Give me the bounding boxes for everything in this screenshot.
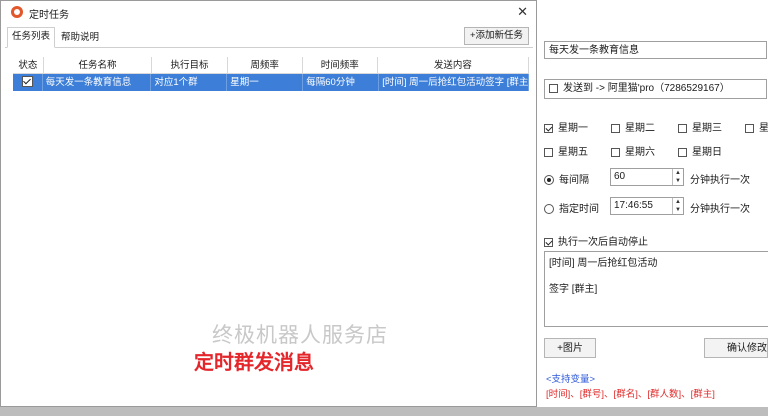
auto-stop-label: 执行一次后自动停止 xyxy=(558,237,648,248)
scheduled-task-dialog: 定时任务 ✕ 任务列表 帮助说明 +添加新任务 状态 任务名称 执行目标 周频率… xyxy=(0,0,537,407)
weekday-label: 星期六 xyxy=(625,147,655,158)
supported-vars-link[interactable]: <支持变量> xyxy=(546,371,595,385)
taskbar-strip xyxy=(0,407,768,416)
interval-value: 60 xyxy=(614,171,626,182)
weekday-sunday[interactable]: 星期日 xyxy=(678,143,722,158)
table-header: 状态 任务名称 执行目标 周频率 时间频率 发送内容 xyxy=(13,57,529,74)
weekday-friday[interactable]: 星期五 xyxy=(544,143,588,158)
spin-up-icon[interactable]: ▲ xyxy=(673,198,683,206)
send-to-label: 发送到 -> 阿里猫'pro（7286529167） xyxy=(563,83,730,94)
content-line: 签字 [群主] xyxy=(549,284,598,295)
weekday-label: 星期五 xyxy=(558,147,588,158)
checkbox-icon xyxy=(745,123,754,133)
row-week: 星期一 xyxy=(227,74,304,91)
supported-vars-list: [时间]、[群号]、[群名]、[群人数]、[群主] xyxy=(546,389,715,400)
title-bar: 定时任务 ✕ xyxy=(1,1,536,23)
task-edit-panel: 每天发一条教育信息 发送到 -> 阿里猫'pro（7286529167） 星期一… xyxy=(537,0,768,407)
tab-help[interactable]: 帮助说明 xyxy=(57,29,103,47)
tab-task-list[interactable]: 任务列表 xyxy=(7,27,56,48)
interval-radio[interactable]: 每间隔 xyxy=(544,171,589,186)
weekday-label: 星期三 xyxy=(692,123,722,134)
header-task-name[interactable]: 任务名称 xyxy=(43,57,153,74)
add-task-button[interactable]: +添加新任务 xyxy=(463,27,529,45)
checkbox-icon xyxy=(544,237,553,247)
checkbox-icon xyxy=(544,147,553,157)
spin-down-icon[interactable]: ▼ xyxy=(673,206,683,214)
row-checkbox[interactable] xyxy=(21,75,33,87)
row-content: [时间] 周一后抢红包活动签字 [群主] xyxy=(379,74,530,91)
weekday-tuesday[interactable]: 星期二 xyxy=(611,119,655,134)
message-content-textarea[interactable]: [时间] 周一后抢红包活动 签字 [群主] xyxy=(544,251,768,327)
checkbox-icon xyxy=(678,123,687,133)
weekday-thursday[interactable]: 星 xyxy=(745,119,768,134)
send-to-field[interactable]: 发送到 -> 阿里猫'pro（7286529167） xyxy=(544,79,767,99)
fixed-time-suffix: 分钟执行一次 xyxy=(690,204,750,215)
row-status-cell xyxy=(13,74,43,91)
table-row[interactable]: 每天发一条教育信息 对应1个群 星期一 每隔60分钟 [时间] 周一后抢红包活动… xyxy=(13,74,530,91)
spin-up-icon[interactable]: ▲ xyxy=(673,169,683,177)
interval-input[interactable]: 60 ▲ ▼ xyxy=(610,168,684,186)
interval-suffix: 分钟执行一次 xyxy=(690,175,750,186)
task-table: 状态 任务名称 执行目标 周频率 时间频率 发送内容 每天发一条教育信息 对应1… xyxy=(13,57,530,91)
fixed-time-input[interactable]: 17:46:55 ▲ ▼ xyxy=(610,197,684,215)
interval-spinner[interactable]: ▲ ▼ xyxy=(672,169,683,185)
close-icon[interactable]: ✕ xyxy=(517,4,528,20)
weekday-label: 星期一 xyxy=(558,123,588,134)
content-line: [时间] 周一后抢红包活动 xyxy=(549,258,658,269)
header-status[interactable]: 状态 xyxy=(13,57,44,74)
fixed-time-spinner[interactable]: ▲ ▼ xyxy=(672,198,683,214)
weekday-wednesday[interactable]: 星期三 xyxy=(678,119,722,134)
task-name-input[interactable]: 每天发一条教育信息 xyxy=(544,41,767,59)
checkbox-icon xyxy=(611,123,620,133)
header-content[interactable]: 发送内容 xyxy=(377,57,529,74)
row-interval: 每隔60分钟 xyxy=(303,74,380,91)
checkbox-icon xyxy=(544,123,553,133)
tab-strip: 任务列表 帮助说明 +添加新任务 xyxy=(5,25,533,48)
checkbox-icon xyxy=(611,147,620,157)
header-target[interactable]: 执行目标 xyxy=(152,57,228,74)
header-week[interactable]: 周频率 xyxy=(227,57,303,74)
fixed-time-label: 指定时间 xyxy=(559,204,599,215)
row-target: 对应1个群 xyxy=(151,74,228,91)
weekday-saturday[interactable]: 星期六 xyxy=(611,143,655,158)
fixed-time-value: 17:46:55 xyxy=(614,200,653,211)
fixed-time-radio[interactable]: 指定时间 xyxy=(544,200,599,215)
radio-icon xyxy=(544,204,554,215)
weekday-monday[interactable]: 星期一 xyxy=(544,119,588,134)
caption-text: 定时群发消息 xyxy=(194,352,314,374)
auto-stop-checkbox[interactable]: 执行一次后自动停止 xyxy=(544,233,648,248)
spin-down-icon[interactable]: ▼ xyxy=(673,177,683,185)
row-task-name: 每天发一条教育信息 xyxy=(43,74,152,91)
radio-icon xyxy=(544,175,554,186)
weekday-label: 星期日 xyxy=(692,147,722,158)
header-interval[interactable]: 时间频率 xyxy=(302,57,378,74)
send-to-checkbox[interactable] xyxy=(549,83,558,93)
interval-label: 每间隔 xyxy=(559,175,589,186)
dialog-title: 定时任务 xyxy=(29,10,69,21)
add-image-button[interactable]: +图片 xyxy=(544,338,596,358)
app-logo-icon xyxy=(11,6,23,18)
confirm-button[interactable]: 确认修改 xyxy=(704,338,768,358)
weekday-label: 星 xyxy=(759,123,768,134)
watermark-text: 终极机器人服务店 xyxy=(212,323,388,347)
weekday-label: 星期二 xyxy=(625,123,655,134)
checkbox-icon xyxy=(678,147,687,157)
